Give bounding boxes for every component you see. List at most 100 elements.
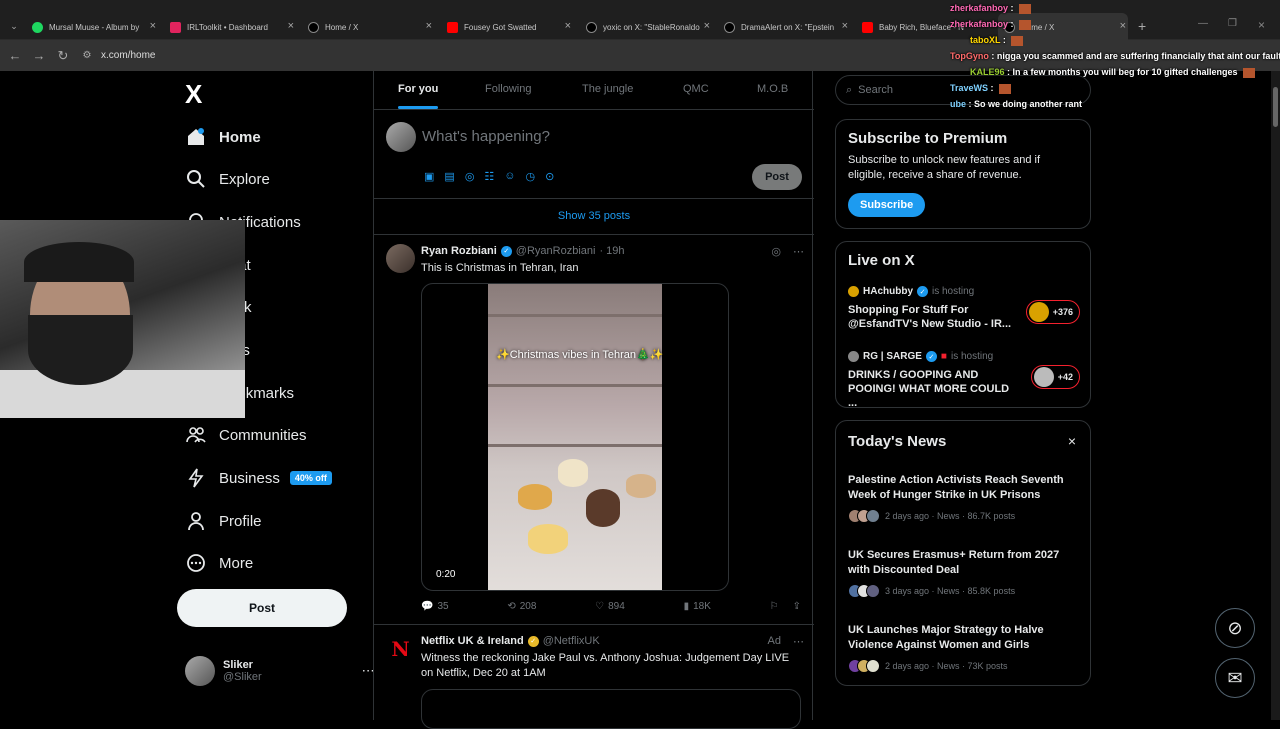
location-icon[interactable]: ⊙ bbox=[545, 170, 554, 183]
live-listener-count[interactable]: +42 bbox=[1030, 365, 1080, 389]
close-tab-icon[interactable]: × bbox=[288, 20, 294, 32]
schedule-icon[interactable]: ◷ bbox=[526, 170, 536, 183]
ad-tweet[interactable]: N Netflix UK & Ireland ✓ @NetflixUK Ad ⋯… bbox=[374, 625, 814, 729]
poll-icon[interactable]: ☷ bbox=[484, 170, 494, 183]
tweet-time[interactable]: · 19h bbox=[599, 245, 624, 257]
nav-more[interactable]: More bbox=[185, 552, 253, 574]
live-item[interactable]: RG | SARGE ✓ ■ is hosting DRINKS / GOOPI… bbox=[848, 351, 1080, 410]
grok-icon[interactable]: ◎ bbox=[465, 170, 475, 183]
live-item[interactable]: HAchubby ✓ is hosting Shopping For Stuff… bbox=[848, 286, 1080, 331]
like-button[interactable]: ♡ 894 bbox=[595, 601, 625, 612]
nav-profile[interactable]: Profile bbox=[185, 510, 262, 532]
news-headline: UK Launches Major Strategy to Halve Viol… bbox=[848, 624, 1044, 651]
browser-tab[interactable]: Mursal Muuse - Album by × bbox=[32, 13, 158, 41]
sidebar-post-button[interactable]: Post bbox=[177, 589, 347, 627]
close-tab-icon[interactable]: × bbox=[704, 20, 710, 32]
news-meta: 3 days ago · News · 85.8K posts bbox=[848, 584, 1080, 598]
tweet[interactable]: Ryan Rozbiani ✓ @RyanRozbiani · 19h ◎ ⋯ … bbox=[374, 235, 814, 625]
ad-media[interactable] bbox=[421, 689, 801, 729]
news-item[interactable]: Palestine Action Activists Reach Seventh… bbox=[848, 473, 1080, 523]
back-icon[interactable]: ← bbox=[3, 48, 27, 63]
tab-the-jungle[interactable]: The jungle bbox=[582, 83, 633, 95]
bookmark-icon[interactable]: ⚐ bbox=[770, 601, 779, 612]
subscribe-button[interactable]: Subscribe bbox=[848, 193, 926, 217]
news-title: Today's News bbox=[848, 433, 947, 450]
compose-input[interactable]: What's happening? bbox=[422, 128, 550, 145]
verified-icon: ✓ bbox=[500, 245, 512, 257]
repost-button[interactable]: ⟲ 208 bbox=[507, 601, 536, 612]
url-field[interactable]: x.com/home bbox=[101, 50, 155, 61]
emoji-icon[interactable]: ☺ bbox=[504, 170, 515, 183]
profile-name: Sliker bbox=[223, 659, 253, 671]
more-dots-icon[interactable]: ⋯ bbox=[793, 635, 804, 648]
nav-communities[interactable]: Communities bbox=[185, 424, 307, 446]
gif-icon[interactable]: ▤ bbox=[444, 170, 454, 183]
video-frame: ✨Christmas vibes in Tehran🎄✨ bbox=[488, 284, 663, 590]
live-listener-count[interactable]: +376 bbox=[1025, 300, 1080, 324]
premium-title: Subscribe to Premium bbox=[848, 130, 1008, 147]
close-icon[interactable]: × bbox=[1068, 433, 1076, 449]
nav-explore[interactable]: Explore bbox=[185, 168, 270, 190]
tab-search-icon[interactable]: ⌄ bbox=[6, 18, 22, 34]
close-tab-icon[interactable]: × bbox=[150, 20, 156, 32]
reply-button[interactable]: 💬 35 bbox=[421, 601, 449, 612]
avatar bbox=[1028, 302, 1049, 322]
close-tab-icon[interactable]: × bbox=[565, 20, 571, 32]
news-item[interactable]: UK Launches Major Strategy to Halve Viol… bbox=[848, 623, 1080, 673]
browser-tab[interactable]: yoxic on X: "StableRonaldo × bbox=[586, 13, 712, 41]
tab-for-you[interactable]: For you bbox=[398, 83, 439, 109]
grok-fab[interactable]: ⊘ bbox=[1215, 608, 1255, 648]
chat-line: zherkafanboy : bbox=[950, 0, 1280, 16]
browser-tab[interactable]: DramaAlert on X: "Epstein × bbox=[724, 13, 850, 41]
nav-business[interactable]: Business 40% off bbox=[185, 467, 332, 489]
tab-qmc[interactable]: QMC bbox=[683, 83, 709, 95]
people-icon bbox=[185, 424, 207, 446]
x-logo-icon bbox=[724, 21, 735, 33]
tab-following[interactable]: Following bbox=[485, 83, 531, 95]
lightning-icon bbox=[185, 467, 207, 489]
cake bbox=[528, 524, 568, 554]
video-duration: 0:20 bbox=[436, 569, 456, 580]
tab-mob[interactable]: M.O.B bbox=[757, 83, 788, 95]
image-icon[interactable]: ▣ bbox=[424, 170, 434, 183]
share-icon[interactable]: ⇪ bbox=[793, 601, 801, 612]
forward-icon[interactable]: → bbox=[27, 48, 51, 63]
show-new-posts[interactable]: Show 35 posts bbox=[374, 199, 814, 235]
chat-line: KALE96 : In a few months you will beg fo… bbox=[950, 64, 1280, 80]
avatar bbox=[848, 286, 859, 297]
close-tab-icon[interactable]: × bbox=[842, 20, 848, 32]
right-sidebar: ⌕ Search Subscribe to Premium Subscribe … bbox=[835, 71, 1091, 720]
compose-post-button[interactable]: Post bbox=[752, 164, 802, 190]
live-host: RG | SARGE ✓ ■ is hosting bbox=[848, 351, 1080, 362]
nav-home[interactable]: Home bbox=[185, 126, 261, 148]
browser-tab[interactable]: Fousey Got Swatted × bbox=[447, 13, 573, 41]
author-handle[interactable]: @RyanRozbiani bbox=[516, 245, 596, 257]
ad-label: Ad bbox=[767, 635, 781, 647]
browser-tab[interactable]: IRLToolkit • Dashboard × bbox=[170, 13, 296, 41]
browser-tab[interactable]: Home / X × bbox=[308, 13, 434, 41]
compose-toolbar: ▣ ▤ ◎ ☷ ☺ ◷ ⊙ bbox=[424, 170, 554, 183]
author-name[interactable]: Netflix UK & Ireland bbox=[421, 635, 524, 647]
author-name[interactable]: Ryan Rozbiani bbox=[421, 245, 497, 257]
site-info-icon[interactable]: ⚙ bbox=[75, 50, 99, 61]
account-switcher[interactable]: Sliker @Sliker ⋯ bbox=[185, 656, 375, 686]
avatar[interactable] bbox=[386, 244, 415, 273]
news-item[interactable]: UK Secures Erasmus+ Return from 2027 wit… bbox=[848, 548, 1080, 598]
messages-fab[interactable]: ✉ bbox=[1215, 658, 1255, 698]
x-logo[interactable]: X bbox=[185, 79, 202, 110]
grok-icon: ⊘ bbox=[1227, 617, 1243, 638]
news-headline: Palestine Action Activists Reach Seventh… bbox=[848, 474, 1064, 501]
reload-icon[interactable]: ↻ bbox=[51, 48, 75, 64]
netflix-logo[interactable]: N bbox=[386, 634, 415, 663]
grok-icon[interactable]: ◎ bbox=[771, 245, 781, 258]
tweet-video[interactable]: ✨Christmas vibes in Tehran🎄✨ 0:20 bbox=[421, 283, 729, 591]
search-icon bbox=[185, 168, 207, 190]
spotify-icon bbox=[32, 21, 43, 33]
discount-badge: 40% off bbox=[289, 471, 332, 485]
live-title: Live on X bbox=[848, 252, 915, 269]
page-scrollbar[interactable] bbox=[1271, 71, 1280, 720]
views-button[interactable]: ▮ 18K bbox=[684, 601, 711, 612]
author-handle[interactable]: @NetflixUK bbox=[543, 635, 600, 647]
more-dots-icon[interactable]: ⋯ bbox=[793, 245, 804, 258]
close-tab-icon[interactable]: × bbox=[426, 20, 432, 32]
